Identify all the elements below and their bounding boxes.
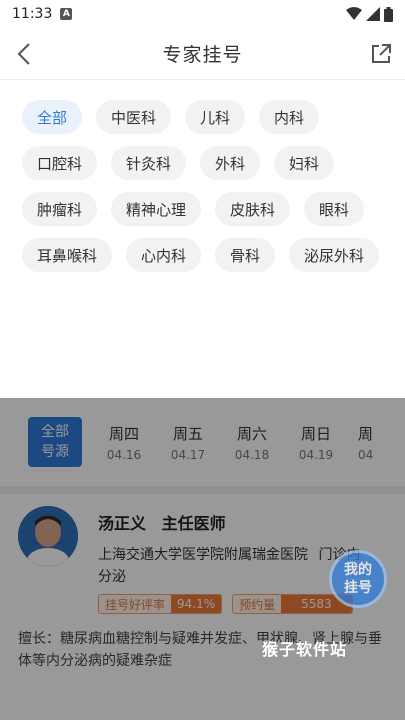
department-chip[interactable]: 皮肤科 — [215, 192, 291, 226]
date-tab[interactable]: 周五 04.17 — [166, 423, 210, 462]
day-date: 04.19 — [298, 447, 334, 462]
status-time: 11:33 — [12, 6, 53, 22]
header: 专家挂号 — [0, 28, 405, 80]
back-button[interactable] — [10, 40, 38, 68]
date-selector: 全部 号源 周四 04.16 周五 04.17 周六 04.18 周日 04.19 周 0… — [0, 398, 405, 494]
all-sources-line1: 全部 — [41, 424, 69, 440]
department-chip[interactable]: 全部 — [22, 100, 83, 134]
my-registration-line1: 我的 — [344, 562, 372, 578]
all-sources-line2: 号源 — [41, 444, 69, 460]
department-chip[interactable]: 耳鼻喉科 — [22, 238, 113, 272]
department-chip[interactable]: 骨科 — [215, 238, 276, 272]
department-chip[interactable]: 妇科 — [274, 146, 335, 180]
watermark-text: 猴子软件站 — [262, 640, 348, 659]
date-tab[interactable]: 周六 04.18 — [230, 423, 274, 462]
day-name: 周五 — [172, 424, 203, 443]
department-chip[interactable]: 中医科 — [96, 100, 172, 134]
day-name: 周 — [358, 424, 374, 443]
doctor-photo-icon — [18, 506, 78, 566]
signal-icon — [366, 7, 380, 21]
day-date: 04.17 — [170, 447, 206, 462]
day-name: 周四 — [108, 424, 139, 443]
department-chip[interactable]: 眼科 — [304, 192, 365, 226]
department-chip[interactable]: 儿科 — [185, 100, 246, 134]
department-chip[interactable]: 口腔科 — [22, 146, 98, 180]
doctor-hospital: 上海交通大学医学院附属瑞金医院 — [98, 547, 308, 563]
department-chips: 全部 中医科 儿科 内科口腔科 针灸科 外科 妇科肿瘤科 精神心理 皮肤科 眼科耳鼻喉科 心内科 骨科… — [22, 100, 383, 272]
day-date: 04.16 — [106, 447, 142, 462]
day-date: 04.18 — [234, 447, 270, 462]
department-chip[interactable]: 精神心理 — [111, 192, 202, 226]
page-title: 专家挂号 — [162, 44, 243, 66]
back-icon — [17, 42, 30, 65]
rating-label: 挂号好评率 — [99, 595, 172, 613]
department-chip[interactable]: 外科 — [200, 146, 261, 180]
share-button[interactable] — [367, 40, 395, 68]
battery-icon — [384, 6, 393, 22]
booked-label: 预约量 — [233, 595, 282, 613]
department-chip[interactable]: 泌尿外科 — [289, 238, 380, 272]
day-name: 周日 — [300, 424, 331, 443]
my-registration-line2: 挂号 — [344, 580, 372, 596]
rating-badge: 挂号好评率 94.1% — [98, 594, 223, 614]
department-chip[interactable]: 内科 — [259, 100, 320, 134]
notification-icon: A — [60, 8, 73, 20]
wifi-icon — [346, 7, 362, 20]
day-date: 04 — [358, 447, 374, 462]
department-filter-panel: 全部 中医科 儿科 内科口腔科 针灸科 外科 妇科肿瘤科 精神心理 皮肤科 眼科耳鼻喉科 心内科 骨科… — [0, 80, 405, 398]
all-sources-button[interactable]: 全部 号源 — [28, 417, 82, 467]
date-tab[interactable]: 周日 04.19 — [294, 423, 338, 462]
doctor-title: 主任医师 — [161, 514, 226, 533]
rating-value: 94.1% — [171, 595, 222, 613]
date-tab[interactable]: 周 04 — [358, 423, 378, 462]
day-name: 周六 — [236, 424, 267, 443]
doctor-name: 汤正义 — [98, 514, 147, 533]
doctor-card[interactable]: 汤正义 主任医师 上海交通大学医学院附属瑞金医院 门诊内 分泌 挂号好评率 94… — [0, 494, 405, 720]
department-chip[interactable]: 针灸科 — [111, 146, 187, 180]
my-registration-button[interactable]: 我的 挂号 — [329, 550, 387, 608]
department-chip[interactable]: 肿瘤科 — [22, 192, 98, 226]
share-icon — [371, 43, 391, 63]
date-tab[interactable]: 周四 04.16 — [102, 423, 146, 462]
status-bar: 11:33 A — [0, 0, 405, 28]
doctor-avatar — [18, 506, 78, 566]
department-chip[interactable]: 心内科 — [126, 238, 202, 272]
